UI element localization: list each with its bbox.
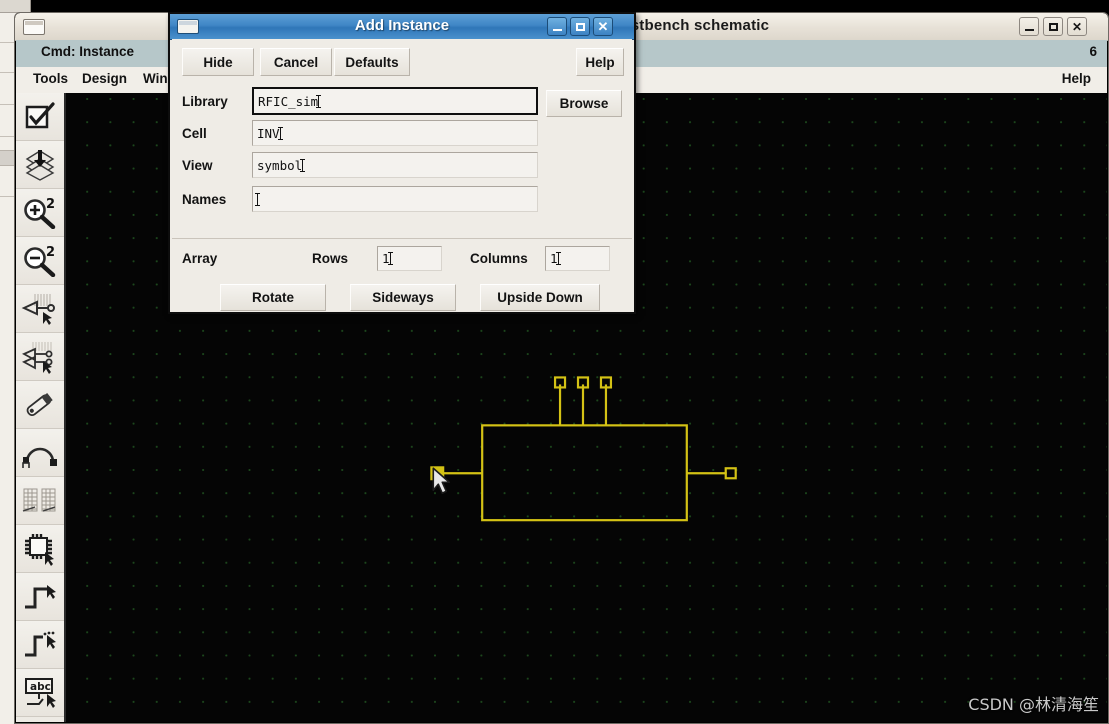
csdn-watermark: CSDN @林清海笙 <box>968 695 1099 714</box>
upside-down-button[interactable]: Upside Down <box>480 284 600 311</box>
svg-text:2: 2 <box>46 245 55 260</box>
view-input[interactable]: symbol <box>252 152 538 178</box>
select-net-tool[interactable] <box>16 285 64 333</box>
columns-label: Columns <box>470 251 528 266</box>
select-all-nets-tool[interactable] <box>16 333 64 381</box>
add-instance-tool[interactable] <box>16 525 64 573</box>
pen-icon <box>26 392 53 416</box>
cancel-button[interactable]: Cancel <box>260 48 332 76</box>
sideways-button[interactable]: Sideways <box>350 284 456 311</box>
dialog-action-row: Hide Cancel Defaults Help <box>172 39 632 84</box>
arc-tool[interactable] <box>16 429 64 477</box>
zoom-out-2x-icon: 2 <box>24 245 56 277</box>
window-menu-icon[interactable] <box>23 19 45 35</box>
minimize-icon <box>552 29 562 31</box>
check-tool[interactable] <box>16 93 64 141</box>
text-caret <box>255 192 260 206</box>
left-toolbar: 2 2 abc <box>16 93 66 722</box>
descend-diamond-icon <box>25 149 55 181</box>
library-input[interactable]: RFIC_sim <box>252 87 538 115</box>
zoom-in-2x-icon: 2 <box>24 197 56 229</box>
text-caret <box>277 126 283 140</box>
arc-icon <box>22 447 57 468</box>
cell-label: Cell <box>182 126 207 141</box>
view-input-value: symbol <box>257 157 303 173</box>
select-net-icon <box>21 293 55 325</box>
text-caret <box>300 158 306 172</box>
wire-tool[interactable] <box>16 573 64 621</box>
cell-input-value: INV <box>257 125 280 141</box>
minimize-icon <box>1024 29 1034 31</box>
close-button[interactable]: ✕ <box>1067 17 1087 36</box>
wire-name-tool[interactable] <box>16 621 64 669</box>
chip-array-tool[interactable] <box>16 477 64 525</box>
instance-symbol <box>442 376 737 522</box>
view-label: View <box>182 158 213 173</box>
hide-button[interactable]: Hide <box>182 48 254 76</box>
array-label: Array <box>182 251 218 266</box>
browse-button[interactable]: Browse <box>546 90 622 117</box>
text-caret <box>316 94 322 108</box>
label-tool[interactable]: abc <box>16 669 64 717</box>
close-icon: ✕ <box>1071 19 1083 34</box>
names-input[interactable] <box>252 186 538 212</box>
rows-input[interactable]: 1 <box>377 246 442 271</box>
right-pin-square <box>724 467 737 480</box>
menu-design[interactable]: Design <box>79 71 130 86</box>
rows-label: Rows <box>312 251 349 266</box>
svg-text:2: 2 <box>46 197 55 212</box>
dialog-close-button[interactable]: ✕ <box>593 17 613 36</box>
check-box-icon <box>25 101 55 128</box>
select-all-nets-icon <box>21 341 53 374</box>
dialog-titlebar[interactable]: Add Instance ✕ <box>170 14 634 40</box>
dialog-form: Library RFIC_sim Browse Cell INV View sy… <box>172 83 632 238</box>
orientation-row: Rotate Sideways Upside Down <box>172 278 632 311</box>
array-row: Array Rows 1 Columns 1 <box>172 238 632 280</box>
zoom-out-tool[interactable]: 2 <box>16 237 64 285</box>
minimize-button[interactable] <box>1019 17 1039 36</box>
svg-text:abc: abc <box>30 681 51 693</box>
menu-help[interactable]: Help <box>1059 71 1094 86</box>
maximize-icon <box>1048 22 1058 31</box>
instance-icon <box>25 533 54 566</box>
close-icon: ✕ <box>597 19 609 34</box>
cell-input[interactable]: INV <box>252 120 538 146</box>
dialog-maximize-button[interactable] <box>570 17 590 36</box>
names-label: Names <box>182 192 227 207</box>
add-instance-dialog: Add Instance ✕ Hide Cancel Defaults Help… <box>168 12 636 314</box>
command-status-text: Cmd: Instance <box>41 44 135 59</box>
maximize-icon <box>575 22 585 31</box>
zoom-in-tool[interactable]: 2 <box>16 189 64 237</box>
wire-dots-icon <box>25 631 56 656</box>
symbol-body <box>481 424 688 522</box>
dialog-minimize-button[interactable] <box>547 17 567 36</box>
maximize-button[interactable] <box>1043 17 1063 36</box>
rotate-button[interactable]: Rotate <box>220 284 326 311</box>
menu-tools[interactable]: Tools <box>30 71 71 86</box>
chip-array-icon <box>22 488 56 512</box>
pen-tool[interactable] <box>16 381 64 429</box>
defaults-button[interactable]: Defaults <box>334 48 410 76</box>
dialog-help-button[interactable]: Help <box>576 48 624 76</box>
library-label: Library <box>182 94 228 109</box>
columns-input[interactable]: 1 <box>545 246 610 271</box>
library-input-value: RFIC_sim <box>258 93 319 109</box>
text-caret <box>387 252 393 265</box>
status-count: 6 <box>1089 44 1097 59</box>
abc-label-icon: abc <box>25 677 56 708</box>
descend-tool[interactable] <box>16 141 64 189</box>
text-caret <box>555 252 561 265</box>
main-window-title: testbench schematic <box>617 17 770 34</box>
wire-icon <box>25 584 56 608</box>
